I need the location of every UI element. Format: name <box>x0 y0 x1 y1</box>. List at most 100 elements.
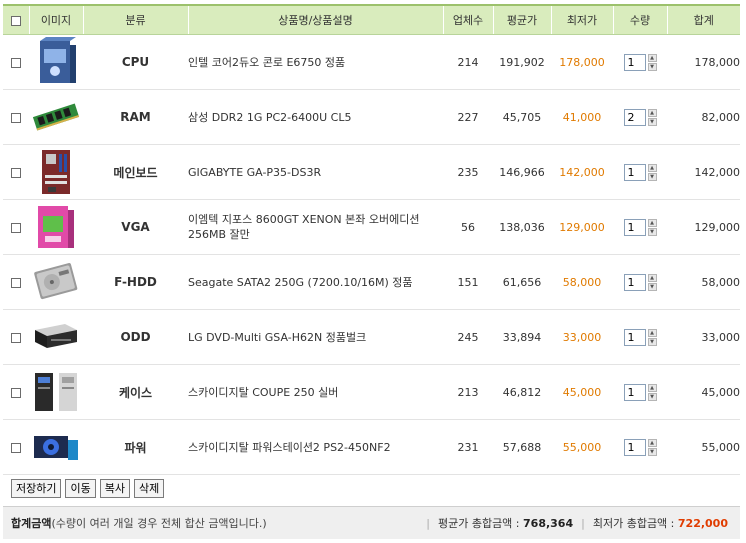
quantity-stepper[interactable]: ▲▼ <box>623 53 657 71</box>
header-qty: 수량 <box>612 4 667 35</box>
product-name[interactable]: LG DVD-Multi GSA-H62N 정품벌크 <box>188 309 443 365</box>
qty-down-icon[interactable]: ▼ <box>647 337 657 346</box>
summary-note: (수량이 여러 개일 경우 전체 합산 금액입니다.) <box>51 517 267 530</box>
qty-up-icon[interactable]: ▲ <box>647 383 657 392</box>
low-price: 58,000 <box>551 254 613 310</box>
low-total-value: 722,000 <box>677 516 728 530</box>
product-thumbnail[interactable] <box>29 34 83 90</box>
select-all-cell[interactable] <box>3 4 29 35</box>
product-thumbnail[interactable] <box>29 419 83 475</box>
qty-down-icon[interactable]: ▼ <box>647 227 657 236</box>
header-sellers: 업체수 <box>442 4 493 35</box>
hdd-icon <box>34 263 78 300</box>
quantity-input[interactable] <box>623 383 646 401</box>
qty-down-icon[interactable]: ▼ <box>647 392 657 401</box>
row-checkbox[interactable] <box>11 332 21 343</box>
product-category: VGA <box>83 199 188 255</box>
product-name[interactable]: 이엠텍 지포스 8600GT XENON 본좌 오버에디션 256MB 잘만 <box>188 199 443 255</box>
product-category: 파워 <box>83 419 188 475</box>
qty-up-icon[interactable]: ▲ <box>647 328 657 337</box>
quantity-input[interactable] <box>623 218 646 236</box>
quantity-input[interactable] <box>623 273 646 291</box>
product-name[interactable]: 삼성 DDR2 1G PC2-6400U CL5 <box>188 89 443 145</box>
row-checkbox[interactable] <box>11 442 21 453</box>
seller-count: 245 <box>443 309 493 365</box>
pc-case-icon <box>35 373 77 411</box>
product-name[interactable]: 인텔 코어2듀오 콘로 E6750 정품 <box>188 34 443 90</box>
table-row: CPU 인텔 코어2듀오 콘로 E6750 정품 214 191,902 178… <box>3 34 740 90</box>
row-checkbox[interactable] <box>11 167 21 178</box>
row-total: 178,000 <box>667 34 740 90</box>
save-button[interactable]: 저장하기 <box>11 479 62 498</box>
low-price: 129,000 <box>551 199 613 255</box>
quantity-input[interactable] <box>623 108 646 126</box>
seller-count: 214 <box>443 34 493 90</box>
avg-price: 61,656 <box>493 254 551 310</box>
row-checkbox[interactable] <box>11 387 21 398</box>
summary-label: 합계금액 <box>11 517 52 530</box>
product-thumbnail[interactable] <box>29 309 83 365</box>
cart-page: 이미지 분류 상품명/상품설명 업체수 평균가 최저가 수량 합계 CPU 인텔… <box>0 0 746 543</box>
quantity-stepper[interactable]: ▲▼ <box>623 108 657 126</box>
low-price: 178,000 <box>551 34 613 90</box>
vga-box-icon <box>38 206 74 248</box>
product-thumbnail[interactable] <box>29 199 83 255</box>
quantity-stepper[interactable]: ▲▼ <box>623 163 657 181</box>
qty-down-icon[interactable]: ▼ <box>647 62 657 71</box>
quantity-input[interactable] <box>623 163 646 181</box>
quantity-input[interactable] <box>623 438 646 456</box>
avg-price: 46,812 <box>493 364 551 420</box>
delete-button[interactable]: 삭제 <box>133 479 165 498</box>
product-name[interactable]: GIGABYTE GA-P35-DS3R <box>188 144 443 200</box>
product-thumbnail[interactable] <box>29 144 83 200</box>
low-total-label: 최저가 총합금액 : <box>592 517 675 530</box>
qty-up-icon[interactable]: ▲ <box>647 273 657 282</box>
product-thumbnail[interactable] <box>29 364 83 420</box>
row-checkbox[interactable] <box>11 112 21 123</box>
product-thumbnail[interactable] <box>29 254 83 310</box>
low-price: 142,000 <box>551 144 613 200</box>
avg-price: 45,705 <box>493 89 551 145</box>
divider: | <box>426 516 430 530</box>
quantity-stepper[interactable]: ▲▼ <box>623 328 657 346</box>
table-row: 메인보드 GIGABYTE GA-P35-DS3R 235 146,966 14… <box>3 144 740 200</box>
cpu-box-icon <box>40 37 76 83</box>
qty-down-icon[interactable]: ▼ <box>647 172 657 181</box>
copy-button[interactable]: 복사 <box>99 479 130 498</box>
qty-up-icon[interactable]: ▲ <box>647 108 657 117</box>
qty-up-icon[interactable]: ▲ <box>647 53 657 62</box>
product-name[interactable]: Seagate SATA2 250G (7200.10/16M) 정품 <box>188 254 443 310</box>
qty-down-icon[interactable]: ▼ <box>647 282 657 291</box>
row-checkbox[interactable] <box>11 222 21 233</box>
divider: | <box>581 516 585 530</box>
product-name[interactable]: 스카이디지탈 파워스테이션2 PS2-450NF2 <box>188 419 443 475</box>
qty-up-icon[interactable]: ▲ <box>647 218 657 227</box>
quantity-stepper[interactable]: ▲▼ <box>623 218 657 236</box>
avg-price: 191,902 <box>493 34 551 90</box>
qty-up-icon[interactable]: ▲ <box>647 438 657 447</box>
quantity-stepper[interactable]: ▲▼ <box>623 273 657 291</box>
avg-total-value: 768,364 <box>523 516 574 530</box>
table-row: 파워 스카이디지탈 파워스테이션2 PS2-450NF2 231 57,688 … <box>3 419 740 475</box>
row-checkbox[interactable] <box>11 277 21 288</box>
table-row: 케이스 스카이디지탈 COUPE 250 실버 213 46,812 45,00… <box>3 364 740 420</box>
header-low-price: 최저가 <box>550 4 613 35</box>
header-avg-price: 평균가 <box>492 4 551 35</box>
quantity-stepper[interactable]: ▲▼ <box>623 438 657 456</box>
table-row: RAM 삼성 DDR2 1G PC2-6400U CL5 227 45,705 … <box>3 89 740 145</box>
product-category: RAM <box>83 89 188 145</box>
quantity-input[interactable] <box>623 53 646 71</box>
quantity-stepper[interactable]: ▲▼ <box>623 383 657 401</box>
qty-up-icon[interactable]: ▲ <box>647 163 657 172</box>
row-checkbox[interactable] <box>11 57 21 68</box>
row-total: 129,000 <box>667 199 740 255</box>
avg-price: 57,688 <box>493 419 551 475</box>
move-button[interactable]: 이동 <box>65 479 96 498</box>
qty-down-icon[interactable]: ▼ <box>647 447 657 456</box>
product-thumbnail[interactable] <box>29 89 83 145</box>
quantity-input[interactable] <box>623 328 646 346</box>
dvd-drive-icon <box>35 324 77 348</box>
select-all-checkbox[interactable] <box>10 15 21 26</box>
product-name[interactable]: 스카이디지탈 COUPE 250 실버 <box>188 364 443 420</box>
qty-down-icon[interactable]: ▼ <box>647 117 657 126</box>
